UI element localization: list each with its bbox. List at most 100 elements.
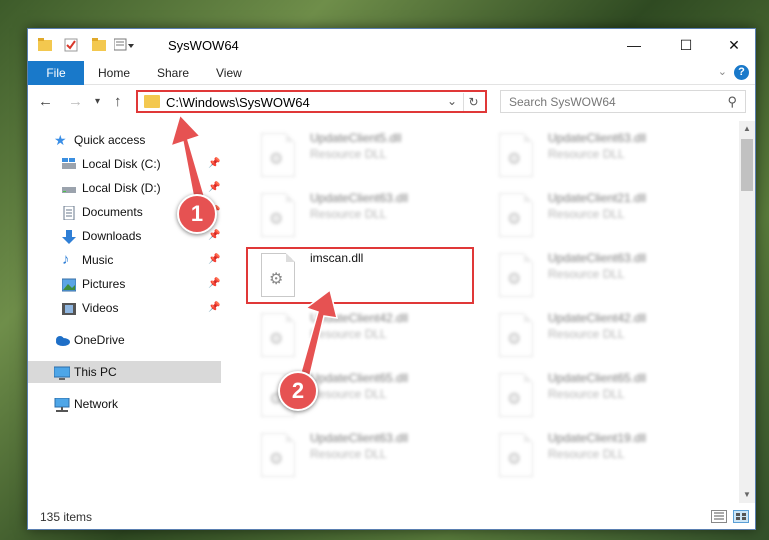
new-folder-icon[interactable]	[92, 38, 106, 51]
file-type: Resource DLL	[310, 387, 387, 401]
sidebar-item-label: Network	[74, 397, 119, 411]
file-name: UpdateClient63.dll	[548, 251, 647, 265]
expand-ribbon-icon[interactable]: ⌄	[718, 65, 727, 78]
recent-locations-chevron-icon[interactable]: ▾	[95, 96, 100, 107]
file-type: Resource DLL	[548, 327, 625, 341]
vertical-scrollbar[interactable]: ▲ ▼	[739, 121, 755, 503]
monitor-icon	[53, 365, 71, 380]
pin-icon[interactable]: 📌	[208, 249, 220, 271]
pin-icon[interactable]: 📌	[208, 273, 220, 295]
file-item[interactable]: ⚙ UpdateClient63.dll Resource DLL	[485, 129, 713, 181]
customize-quick-access-icon[interactable]	[113, 38, 134, 51]
scroll-thumb[interactable]	[741, 139, 753, 191]
close-button[interactable]: ✕	[711, 29, 757, 61]
tab-home[interactable]: Home	[98, 61, 130, 85]
file-name: UpdateClient21.dll	[548, 191, 647, 205]
gear-icon: ⚙	[507, 151, 522, 168]
back-arrow-icon[interactable]: ←	[38, 93, 53, 110]
music-note-icon: ♪	[62, 251, 70, 268]
file-type: Resource DLL	[310, 447, 387, 461]
details-view-icon[interactable]	[711, 510, 727, 523]
file-type: Resource DLL	[548, 387, 625, 401]
gear-icon: ⚙	[507, 271, 522, 288]
address-bar[interactable]: C:\Windows\SysWOW64 ⌄ ↻	[136, 90, 487, 113]
search-input[interactable]: Search SysWOW64 ⚲	[500, 90, 746, 113]
file-name: UpdateClient19.dll	[548, 431, 647, 445]
gear-icon: ⚙	[269, 451, 284, 468]
drive-icon	[62, 181, 76, 195]
tab-file[interactable]: File	[28, 61, 84, 85]
file-item[interactable]: ⚙ UpdateClient19.dll Resource DLL	[485, 429, 713, 481]
file-type: Resource DLL	[548, 267, 625, 281]
file-name: UpdateClient63.dll	[548, 131, 647, 145]
sidebar-item-quick-access[interactable]: ★ Quick access	[28, 129, 221, 151]
file-item[interactable]: ⚙ UpdateClient21.dll Resource DLL	[485, 189, 713, 241]
file-item[interactable]: ⚙ UpdateClient65.dll Resource DLL	[485, 369, 713, 421]
file-item[interactable]: ⚙ UpdateClient5.dll Resource DLL	[247, 129, 475, 181]
file-type: Resource DLL	[548, 147, 625, 161]
maximize-button[interactable]: ☐	[663, 29, 709, 61]
search-icon[interactable]: ⚲	[727, 94, 737, 110]
film-icon	[62, 301, 76, 315]
navigation-pane: ★ Quick access Local Disk (C:) 📌 Local D…	[28, 123, 221, 503]
status-bar: 135 items	[28, 505, 755, 529]
sidebar-item-videos[interactable]: Videos 📌	[28, 297, 221, 319]
sidebar-item-label: Videos	[82, 301, 119, 315]
window-title: SysWOW64	[168, 38, 239, 53]
properties-checkmark-icon[interactable]	[64, 38, 78, 52]
pin-icon[interactable]: 📌	[208, 177, 220, 199]
file-type: Resource DLL	[548, 207, 625, 221]
tab-view[interactable]: View	[216, 61, 242, 85]
file-name: UpdateClient5.dll	[310, 131, 402, 145]
sidebar-item-network[interactable]: Network	[28, 393, 221, 415]
file-item[interactable]: ⚙ UpdateClient42.dll Resource DLL	[247, 309, 475, 361]
sidebar-item-this-pc[interactable]: This PC	[28, 361, 221, 383]
sidebar-item-onedrive[interactable]: OneDrive	[28, 329, 221, 351]
file-item[interactable]: ⚙ UpdateClient42.dll Resource DLL	[485, 309, 713, 361]
navigation-bar: ← → ▾ ↑ C:\Windows\SysWOW64 ⌄ ↻ Search S…	[28, 85, 755, 119]
file-item[interactable]: ⚙ UpdateClient63.dll Resource DLL	[247, 429, 475, 481]
file-type: Resource DLL	[310, 147, 387, 161]
up-arrow-icon[interactable]: ↑	[114, 93, 122, 110]
sidebar-item-label: Downloads	[82, 229, 142, 243]
network-icon	[54, 397, 70, 412]
scroll-up-icon[interactable]: ▲	[739, 121, 755, 137]
gear-icon: ⚙	[507, 211, 522, 228]
pin-icon[interactable]: 📌	[208, 297, 220, 319]
file-name: UpdateClient63.dll	[310, 431, 409, 445]
sidebar-item-label: OneDrive	[74, 333, 125, 347]
document-icon	[62, 205, 76, 221]
tab-share[interactable]: Share	[157, 61, 189, 85]
minimize-button[interactable]: —	[611, 29, 657, 61]
sidebar-item-pictures[interactable]: Pictures 📌	[28, 273, 221, 295]
pin-icon[interactable]: 📌	[208, 153, 220, 175]
large-icons-view-icon[interactable]	[733, 510, 749, 523]
step-badge-2: 2	[278, 371, 318, 411]
sidebar-item-label: Pictures	[82, 277, 126, 291]
drive-icon	[62, 157, 76, 171]
search-placeholder: Search SysWOW64	[509, 95, 616, 109]
step-badge-1: 1	[177, 194, 217, 234]
picture-icon	[61, 277, 77, 292]
sidebar-item-music[interactable]: ♪ Music 📌	[28, 249, 221, 271]
file-highlight-box	[246, 247, 474, 304]
sidebar-item-label: Local Disk (D:)	[82, 181, 161, 195]
sidebar-item-label: Documents	[82, 205, 143, 219]
file-name: UpdateClient42.dll	[548, 311, 647, 325]
file-name: UpdateClient63.dll	[310, 191, 409, 205]
help-icon[interactable]: ?	[734, 65, 749, 80]
file-name: UpdateClient65.dll	[310, 371, 409, 385]
sidebar-item-local-disk-c[interactable]: Local Disk (C:) 📌	[28, 153, 221, 175]
chevron-down-icon[interactable]: ⌄	[447, 94, 457, 108]
gear-icon: ⚙	[507, 391, 522, 408]
file-type: Resource DLL	[310, 207, 387, 221]
sidebar-item-label: Local Disk (C:)	[82, 157, 161, 171]
refresh-icon[interactable]: ↻	[463, 93, 483, 111]
title-bar: SysWOW64 — ☐ ✕	[28, 29, 755, 61]
file-item[interactable]: ⚙ UpdateClient63.dll Resource DLL	[485, 249, 713, 301]
file-item[interactable]: ⚙ UpdateClient63.dll Resource DLL	[247, 189, 475, 241]
forward-arrow-icon[interactable]: →	[68, 93, 83, 110]
file-explorer-window: SysWOW64 — ☐ ✕ File Home Share View ⌄ ? …	[27, 28, 756, 530]
scroll-down-icon[interactable]: ▼	[739, 487, 755, 503]
ribbon-tabs: File Home Share View ⌄ ?	[28, 61, 755, 85]
